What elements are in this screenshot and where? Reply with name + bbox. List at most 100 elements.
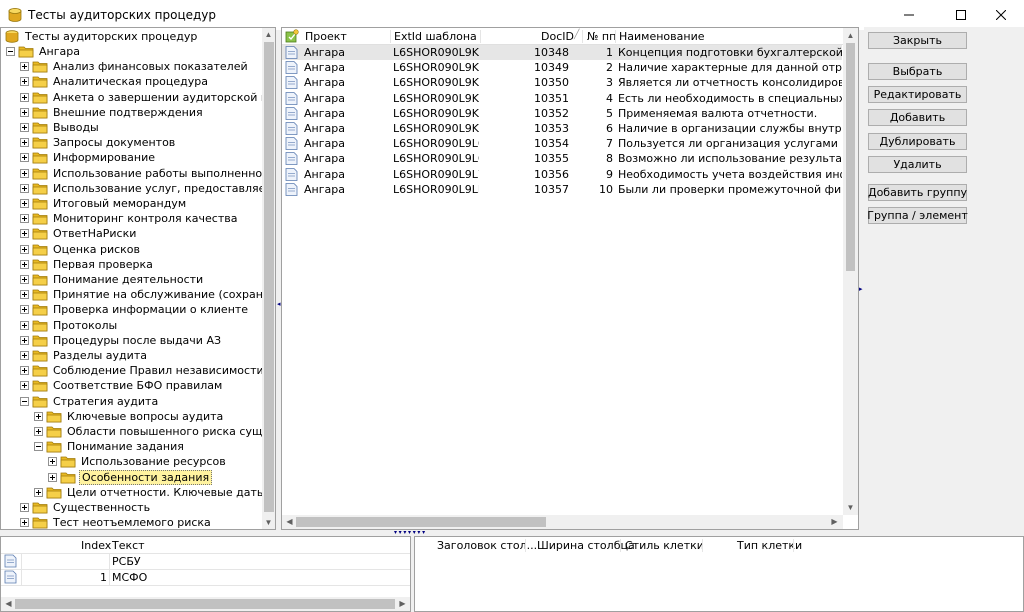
- tree-root[interactable]: Тесты аудиторских процедур: [4, 29, 199, 44]
- table-row[interactable]: Ангара L6SHOR090L9KUT 10353 6 Наличие в орга…: [282, 121, 842, 136]
- expand-icon[interactable]: [20, 320, 29, 330]
- tree-item[interactable]: Внешние подтверждения: [20, 105, 205, 120]
- expand-icon[interactable]: [48, 457, 57, 467]
- procedures-grid[interactable]: Проект ExtId шаблона DocID ╱ № пп Наимен…: [281, 27, 859, 530]
- tree-item[interactable]: Принятие на обслуживание (сохранение) к.…: [20, 287, 275, 302]
- expand-icon[interactable]: [20, 366, 29, 376]
- folder-tree[interactable]: Тесты аудиторских процедур Ангара Анализ …: [0, 27, 276, 530]
- grid-scroll-right-icon[interactable]: ▶: [828, 515, 841, 528]
- col-header-num[interactable]: № пп: [587, 30, 616, 43]
- tree-item[interactable]: Области повышенного риска существе...: [34, 424, 275, 439]
- tree-item[interactable]: Мониторинг контроля качества: [20, 211, 239, 226]
- col-header-index[interactable]: Index: [81, 539, 111, 552]
- select-button[interactable]: Выбрать: [868, 63, 967, 80]
- tree-item[interactable]: Выводы: [20, 120, 101, 135]
- grid-horizontal-scrollbar[interactable]: ◀ ▶: [282, 515, 843, 529]
- options-scroll-right-icon[interactable]: ▶: [396, 597, 409, 610]
- tree-item[interactable]: Понимание деятельности: [20, 272, 205, 287]
- expand-icon[interactable]: [20, 183, 29, 193]
- collapse-icon[interactable]: [6, 47, 15, 56]
- grid-scroll-left-icon[interactable]: ◀: [283, 515, 296, 528]
- options-horizontal-scrollbar[interactable]: ◀ ▶: [1, 597, 410, 611]
- tree-item[interactable]: Оценка рисков: [20, 242, 142, 257]
- expand-icon[interactable]: [34, 411, 43, 421]
- tree-item[interactable]: Ключевые вопросы аудита: [34, 409, 225, 424]
- scroll-down-icon[interactable]: ▼: [262, 516, 275, 529]
- table-row[interactable]: Ангара L6SHOR090L9KUS 10352 5 Применяемая ва…: [282, 106, 842, 121]
- grid-scroll-up-icon[interactable]: ▲: [844, 29, 857, 42]
- table-row[interactable]: Ангара L6SHOR090L9L6U 10354 7 Пользуется ли …: [282, 136, 842, 151]
- options-hscroll-thumb[interactable]: [15, 599, 395, 609]
- tree-item[interactable]: Цели отчетности. Ключевые даты: [34, 485, 268, 500]
- expand-icon[interactable]: [20, 229, 29, 239]
- splitter-horizontal-icon[interactable]: ▾ ▾ ▾ ▾ ▾ ▾ ▾: [394, 529, 425, 536]
- splitter-right-icon[interactable]: ▸: [859, 285, 863, 293]
- table-row[interactable]: Ангара L6SHOR090L9L70 10356 9 Необходимость …: [282, 167, 842, 182]
- expand-icon[interactable]: [20, 153, 29, 163]
- table-row[interactable]: Ангара L6SHOR090L9KMP 10349 2 Наличие характ…: [282, 60, 842, 75]
- grid-vertical-scrollbar[interactable]: ▲ ▼: [843, 28, 858, 515]
- collapse-icon[interactable]: [20, 396, 29, 406]
- expand-icon[interactable]: [48, 472, 57, 482]
- expand-icon[interactable]: [20, 351, 29, 360]
- col-header-docid[interactable]: DocID: [541, 30, 574, 43]
- scroll-up-icon[interactable]: ▲: [262, 28, 275, 41]
- col-header-extid[interactable]: ExtId шаблона: [394, 30, 477, 43]
- tree-item[interactable]: Разделы аудита: [20, 348, 149, 363]
- expand-icon[interactable]: [20, 518, 29, 528]
- tree-scroll-thumb[interactable]: [264, 42, 274, 512]
- tree-item[interactable]: Стратегия аудита: [20, 394, 160, 409]
- expand-icon[interactable]: [20, 168, 29, 178]
- tree-item[interactable]: Аналитическая процедура: [20, 74, 210, 89]
- tree-item[interactable]: ОтветНаРиски: [20, 226, 138, 241]
- delete-button[interactable]: Удалить: [868, 156, 967, 173]
- tree-item[interactable]: Ангара: [6, 44, 82, 59]
- splitter-left-icon[interactable]: ◂: [277, 300, 281, 308]
- add-group-button[interactable]: Добавить группу: [868, 184, 967, 201]
- expand-icon[interactable]: [20, 305, 29, 315]
- expand-icon[interactable]: [20, 503, 29, 512]
- tree-item[interactable]: Процедуры после выдачи АЗ: [20, 333, 223, 348]
- edit-button[interactable]: Редактировать: [868, 86, 967, 103]
- expand-icon[interactable]: [20, 62, 29, 72]
- tree-item[interactable]: Анализ финансовых показателей: [20, 59, 250, 74]
- grid-scroll-thumb[interactable]: [846, 43, 855, 271]
- tree-item[interactable]: Существенность: [20, 500, 152, 515]
- expand-icon[interactable]: [20, 275, 29, 284]
- tree-item[interactable]: Итоговый меморандум: [20, 196, 188, 211]
- expand-icon[interactable]: [20, 335, 29, 345]
- expand-icon[interactable]: [20, 92, 29, 102]
- minimize-button[interactable]: [886, 0, 932, 30]
- tree-item[interactable]: Соблюдение Правил независимости: [20, 363, 266, 378]
- tree-item[interactable]: Соответствие БФО правилам: [20, 378, 224, 393]
- expand-icon[interactable]: [20, 214, 29, 224]
- collapse-icon[interactable]: [34, 442, 43, 452]
- tree-item[interactable]: Проверка информации о клиенте: [20, 302, 250, 317]
- col-header-project[interactable]: Проект: [305, 30, 347, 43]
- table-row[interactable]: Ангара L6SHOR090L9LF1 10357 10 Были ли прове…: [282, 182, 842, 197]
- expand-icon[interactable]: [20, 244, 29, 254]
- tree-item[interactable]: Использование услуг, предоставляемых об.…: [20, 181, 275, 196]
- tree-item[interactable]: Использование работы выполненной другими: [20, 166, 275, 181]
- tree-item[interactable]: Первая проверка: [20, 257, 155, 272]
- expand-icon[interactable]: [20, 123, 29, 132]
- expand-icon[interactable]: [20, 259, 29, 269]
- refresh-icon[interactable]: [285, 29, 299, 43]
- options-list[interactable]: Index Текст РСБУ 1 МСФО ◀ ▶: [0, 536, 411, 612]
- expand-icon[interactable]: [20, 290, 29, 300]
- group-element-button[interactable]: Группа / элемент: [867, 207, 968, 224]
- table-row[interactable]: Ангара L6SHOR090L9L6V 10355 8 Возможно ли ис…: [282, 151, 842, 166]
- col-header-title[interactable]: Заголовок стол...: [437, 539, 537, 552]
- tree-item[interactable]: Анкета о завершении аудиторской проверки: [20, 90, 275, 105]
- tree-item[interactable]: Тест неотъемлемого риска: [20, 515, 213, 529]
- expand-icon[interactable]: [20, 199, 29, 208]
- grid-scroll-down-icon[interactable]: ▼: [844, 501, 857, 514]
- table-row[interactable]: Ангара L6SHOR090L9KUR 10351 4 Есть ли необхо…: [282, 91, 842, 106]
- expand-icon[interactable]: [20, 381, 29, 391]
- tree-item[interactable]: Понимание задания: [34, 439, 186, 454]
- tree-item[interactable]: Запросы документов: [20, 135, 177, 150]
- expand-icon[interactable]: [20, 107, 29, 117]
- expand-icon[interactable]: [20, 138, 29, 148]
- expand-icon[interactable]: [34, 427, 43, 436]
- table-row[interactable]: Ангара L6SHOR090L9KMO 10348 1 Концепция подг…: [282, 45, 842, 60]
